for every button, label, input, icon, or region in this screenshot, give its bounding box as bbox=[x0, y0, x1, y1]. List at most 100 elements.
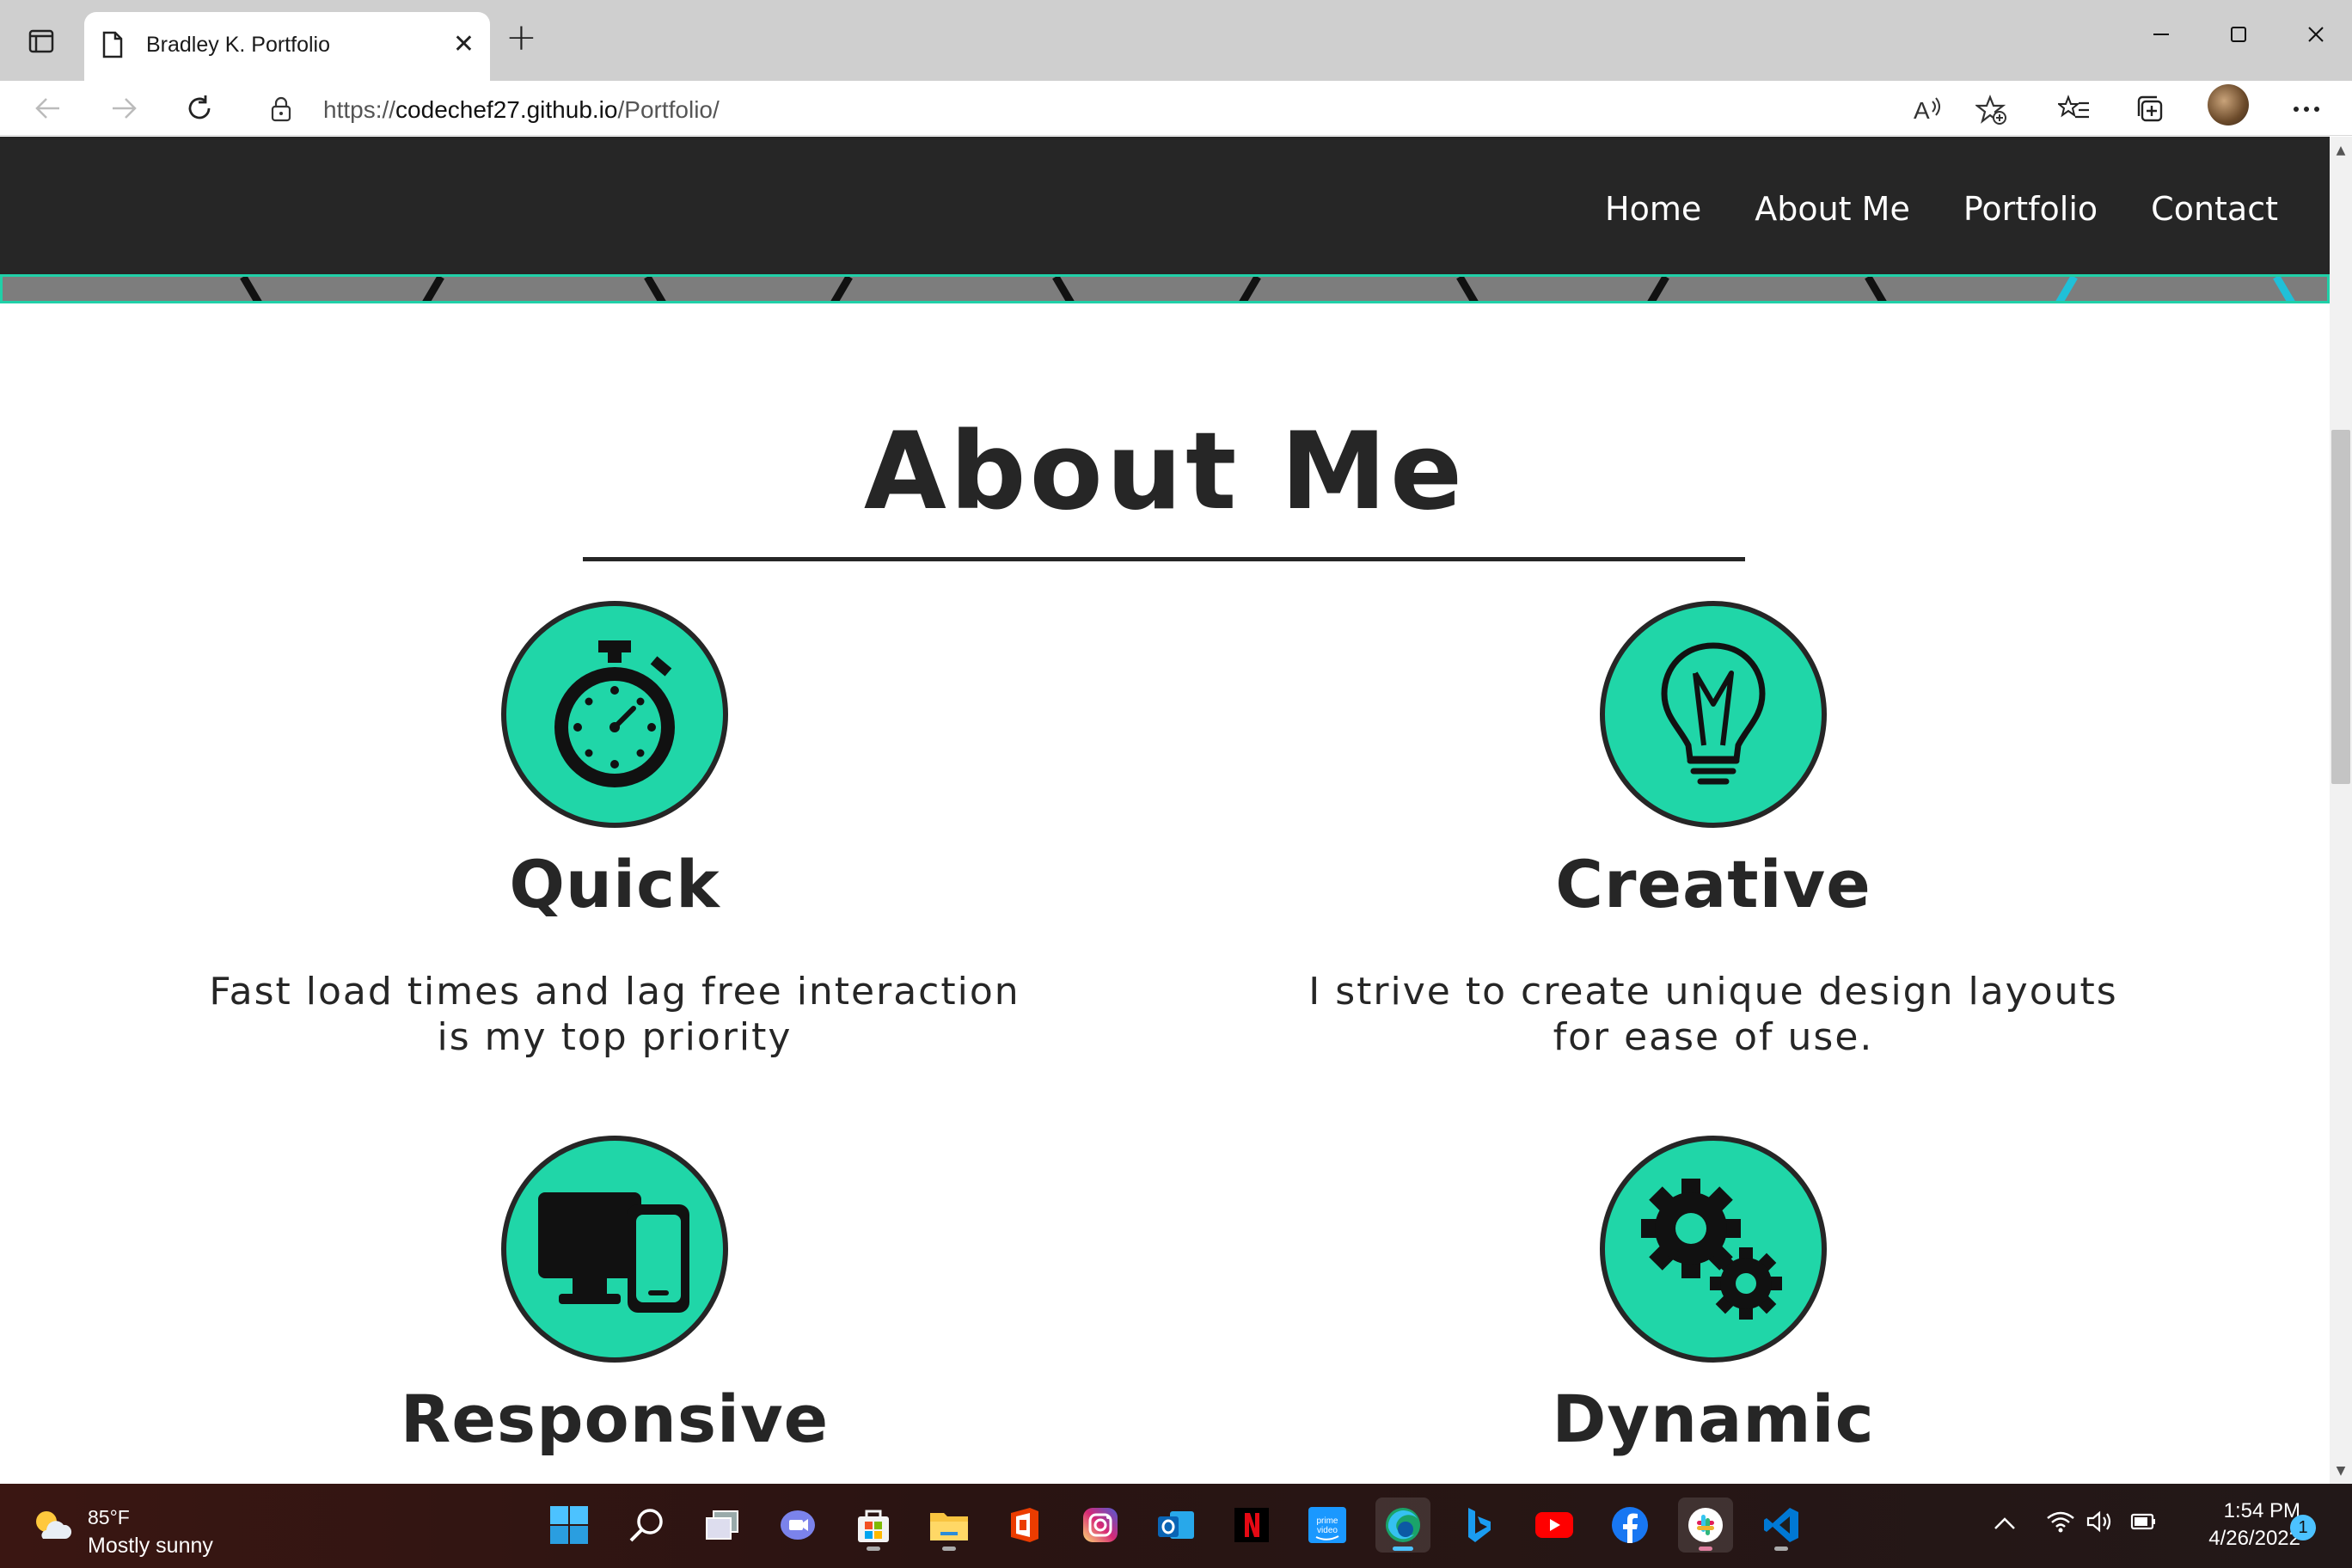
devices-icon bbox=[501, 1136, 728, 1363]
tab-title: Bradley K. Portfolio bbox=[146, 33, 330, 57]
feature-text-creative: I strive to create unique design layouts… bbox=[1283, 969, 2143, 1060]
forward-button[interactable] bbox=[100, 84, 148, 132]
running-indicator bbox=[942, 1547, 956, 1551]
about-me-heading: About Me bbox=[863, 410, 1467, 534]
wifi-icon[interactable] bbox=[2046, 1510, 2075, 1540]
feature-dynamic: Dynamic bbox=[1283, 1136, 2143, 1479]
favorites-button[interactable] bbox=[2053, 88, 2096, 131]
clock-date: 4/26/2022 bbox=[2208, 1527, 2300, 1550]
outlook-app[interactable] bbox=[1148, 1498, 1204, 1553]
close-window-button[interactable] bbox=[2290, 15, 2342, 53]
slack-app[interactable] bbox=[1678, 1498, 1733, 1553]
svg-text:video: video bbox=[1317, 1526, 1338, 1535]
feature-text-quick-line2: is my top priority bbox=[437, 1015, 793, 1059]
refresh-icon bbox=[188, 95, 211, 119]
feature-quick: Quick Fast load times and lag free inter… bbox=[185, 601, 1044, 1203]
outlook-icon bbox=[1158, 1511, 1194, 1539]
bing-icon bbox=[1468, 1508, 1491, 1542]
office-app[interactable] bbox=[997, 1498, 1052, 1553]
feature-title-creative: Creative bbox=[1555, 846, 1871, 922]
nav-contact[interactable]: Contact bbox=[2151, 190, 2278, 228]
slack-icon bbox=[1688, 1508, 1723, 1542]
vscode-icon bbox=[1764, 1508, 1798, 1542]
task-view-button[interactable] bbox=[695, 1498, 750, 1553]
feature-text-creative-line1: I strive to create unique design layouts bbox=[1308, 970, 2118, 1014]
nav-home[interactable]: Home bbox=[1605, 190, 1701, 228]
minimize-icon bbox=[2153, 34, 2169, 35]
start-button[interactable] bbox=[542, 1498, 597, 1553]
feature-text-quick-line1: Fast load times and lag free interaction bbox=[209, 970, 1020, 1014]
read-aloud-icon[interactable]: A bbox=[1912, 95, 1943, 127]
system-clock[interactable]: 1:54 PM 4/26/2022 bbox=[2190, 1498, 2300, 1553]
chat-app[interactable] bbox=[770, 1498, 825, 1553]
scroll-down-arrow-icon[interactable]: ▼ bbox=[2331, 1461, 2350, 1480]
url-path: /Portfolio/ bbox=[617, 96, 720, 123]
feature-title-responsive: Responsive bbox=[400, 1381, 830, 1457]
gears-icon bbox=[1600, 1136, 1827, 1363]
running-indicator bbox=[867, 1547, 880, 1551]
hero-hexagon-strip bbox=[0, 274, 2330, 303]
address-bar[interactable]: https://codechef27.github.io/Portfolio/ … bbox=[249, 84, 2025, 134]
page-icon bbox=[102, 31, 123, 58]
nav-portfolio[interactable]: Portfolio bbox=[1963, 190, 2098, 228]
minimize-button[interactable] bbox=[2135, 15, 2187, 53]
vscode-app[interactable] bbox=[1754, 1498, 1809, 1553]
weather-temperature: 85°F bbox=[88, 1506, 130, 1528]
url-text: https://codechef27.github.io/Portfolio/ bbox=[323, 96, 720, 124]
feature-creative: Creative I strive to create unique desig… bbox=[1283, 601, 2143, 1203]
search-button[interactable] bbox=[619, 1498, 674, 1553]
show-hidden-icons-chevron-icon[interactable] bbox=[1993, 1510, 2017, 1538]
microsoft-store-app[interactable] bbox=[846, 1498, 901, 1553]
youtube-icon bbox=[1535, 1512, 1573, 1538]
netflix-icon bbox=[1234, 1508, 1269, 1542]
teams-chat-icon bbox=[781, 1510, 815, 1540]
battery-icon[interactable] bbox=[2128, 1510, 2158, 1540]
instagram-app[interactable] bbox=[1073, 1498, 1128, 1553]
volume-icon[interactable] bbox=[2086, 1510, 2115, 1540]
url-host: codechef27.github.io bbox=[395, 96, 618, 123]
store-icon bbox=[858, 1510, 889, 1542]
maximize-button[interactable] bbox=[2213, 15, 2264, 53]
feature-title-quick: Quick bbox=[509, 846, 720, 922]
netflix-app[interactable] bbox=[1224, 1498, 1279, 1553]
tab-actions-button[interactable] bbox=[21, 22, 62, 60]
office-icon bbox=[1011, 1508, 1038, 1542]
windows-start-icon bbox=[550, 1506, 588, 1544]
scrollbar-thumb[interactable] bbox=[2331, 430, 2350, 784]
forward-arrow-icon bbox=[113, 98, 137, 119]
lock-icon[interactable] bbox=[270, 96, 292, 122]
browser-tab-active[interactable]: Bradley K. Portfolio ✕ bbox=[84, 12, 490, 81]
refresh-button[interactable] bbox=[175, 84, 224, 132]
edge-browser-app[interactable] bbox=[1375, 1498, 1430, 1553]
back-arrow-icon bbox=[35, 98, 59, 119]
browser-toolbar: https://codechef27.github.io/Portfolio/ … bbox=[0, 81, 2352, 136]
search-icon bbox=[629, 1509, 663, 1542]
back-button[interactable] bbox=[24, 84, 72, 132]
hexagon-pattern bbox=[3, 277, 2327, 301]
bing-app[interactable] bbox=[1451, 1498, 1506, 1553]
page-viewport: Home About Me Portfolio Contact About Me bbox=[0, 137, 2330, 1484]
file-explorer-app[interactable] bbox=[922, 1498, 977, 1553]
running-indicator bbox=[1774, 1547, 1788, 1551]
prime-video-icon: primevideo bbox=[1308, 1507, 1346, 1543]
browser-titlebar: Bradley K. Portfolio ✕ + bbox=[0, 0, 2352, 81]
add-favorite-icon[interactable] bbox=[1974, 95, 2008, 129]
profile-avatar[interactable] bbox=[2208, 84, 2249, 126]
folder-icon bbox=[930, 1513, 968, 1540]
prime-video-app[interactable]: prime video bbox=[1300, 1498, 1355, 1553]
feature-text-quick: Fast load times and lag free interaction… bbox=[185, 969, 1044, 1060]
new-tab-button[interactable]: + bbox=[505, 19, 537, 57]
facebook-app[interactable] bbox=[1602, 1498, 1657, 1553]
svg-text:prime: prime bbox=[1316, 1516, 1338, 1526]
scroll-up-arrow-icon[interactable]: ▲ bbox=[2331, 141, 2350, 160]
notification-badge[interactable]: 1 bbox=[2290, 1515, 2316, 1540]
nav-about-me[interactable]: About Me bbox=[1755, 190, 1910, 228]
feature-title-dynamic: Dynamic bbox=[1552, 1381, 1875, 1457]
tab-close-icon[interactable]: ✕ bbox=[453, 29, 475, 59]
youtube-app[interactable] bbox=[1527, 1498, 1582, 1553]
page-scrollbar[interactable] bbox=[2330, 137, 2352, 1484]
weather-description: Mostly sunny bbox=[88, 1534, 213, 1558]
settings-more-button[interactable] bbox=[2285, 88, 2328, 131]
collections-button[interactable] bbox=[2128, 88, 2171, 131]
url-prefix: https:// bbox=[323, 96, 396, 123]
